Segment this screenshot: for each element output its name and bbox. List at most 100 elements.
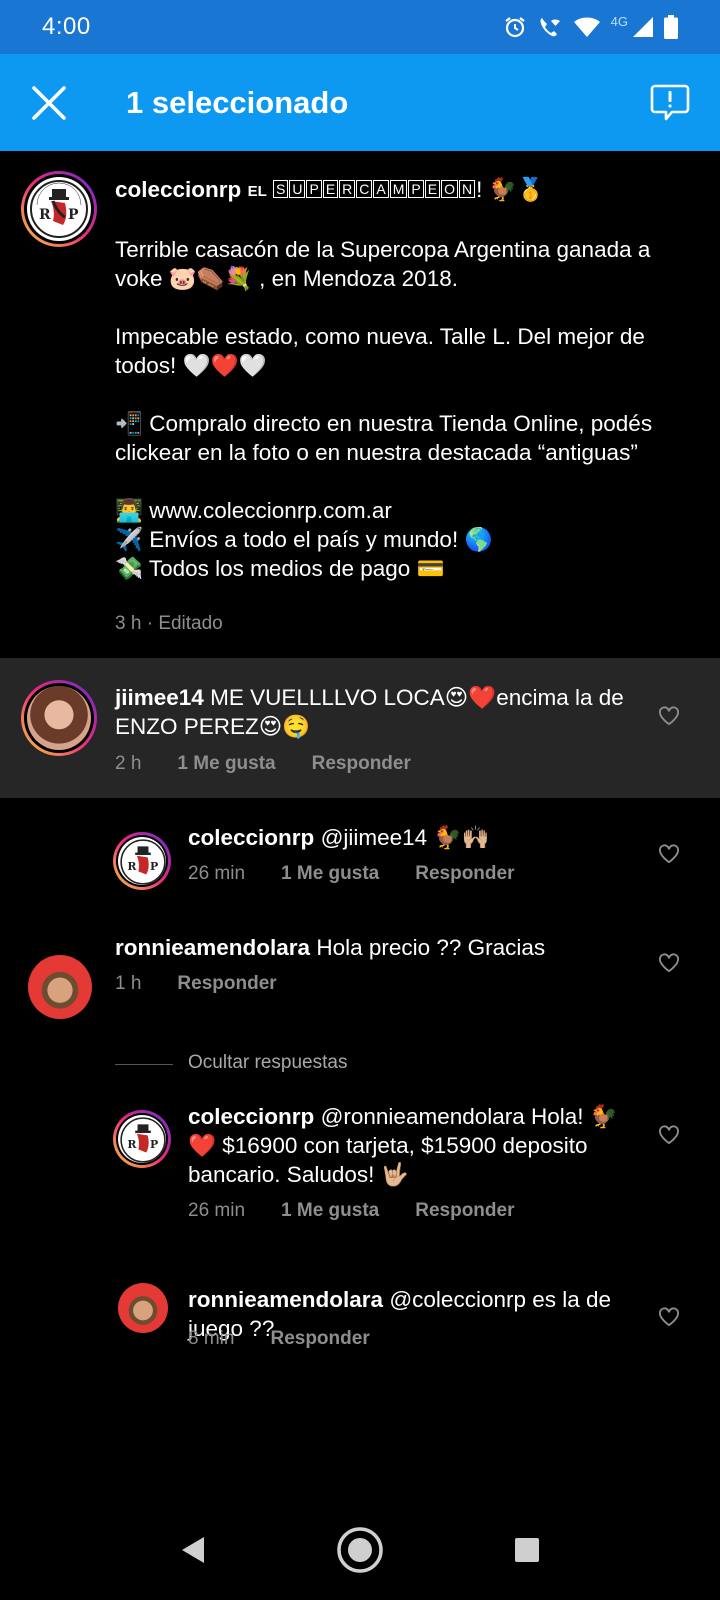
avatar[interactable]: R P bbox=[113, 832, 171, 890]
comment-text: coleccionrp @jiimee14 🐓🙌🏼 bbox=[188, 823, 648, 852]
comment-meta: 26 min 1 Me gusta Responder bbox=[188, 863, 514, 885]
home-icon bbox=[337, 1527, 383, 1573]
svg-text:R: R bbox=[127, 860, 137, 873]
caption-website[interactable]: 👨‍💻 www.coleccionrp.com.ar bbox=[115, 496, 675, 525]
close-selection-button[interactable] bbox=[0, 54, 98, 151]
wifi-icon bbox=[573, 17, 600, 37]
boxed-letter: N bbox=[459, 180, 476, 198]
heart-icon[interactable] bbox=[658, 706, 680, 726]
caption-payment: 💸 Todos los medios de pago 💳 bbox=[115, 556, 445, 581]
caption-paragraph-1: Terrible casacón de la Supercopa Argenti… bbox=[115, 237, 651, 291]
caption-line1: coleccionrp EL S U P E R C A M P E O N! 🐓🥇 bbox=[115, 175, 675, 206]
comment-text: coleccionrp @ronnieamendolara Hola! 🐓❤️ … bbox=[188, 1102, 628, 1189]
back-icon bbox=[182, 1537, 205, 1563]
boxed-letter: P bbox=[408, 180, 424, 198]
avatar[interactable] bbox=[28, 955, 92, 1019]
coleccionrp-logo: R P bbox=[118, 837, 166, 885]
system-nav-bar bbox=[0, 1500, 720, 1600]
comment-reply[interactable]: R P coleccionrp @ronnieamendolara Hola! … bbox=[0, 1090, 720, 1250]
reply-button[interactable]: Responder bbox=[270, 1328, 369, 1350]
comment-body: @jiimee14 🐓🙌🏼 bbox=[320, 825, 490, 850]
signal-icon bbox=[633, 17, 653, 37]
avatar[interactable] bbox=[118, 1283, 168, 1333]
comment-username[interactable]: ronnieamendolara bbox=[188, 1287, 383, 1312]
comment-time: 8 min bbox=[188, 1328, 235, 1349]
report-button[interactable] bbox=[620, 54, 720, 151]
svg-text:P: P bbox=[68, 207, 79, 223]
boxed-letter: S bbox=[273, 180, 289, 198]
reply-button[interactable]: Responder bbox=[312, 753, 411, 775]
user-photo bbox=[27, 686, 91, 750]
svg-text:R: R bbox=[39, 207, 51, 223]
caption-paragraph-3: 📲 Compralo directo en nuestra Tienda Onl… bbox=[115, 411, 653, 465]
selection-action-bar: 1 seleccionado bbox=[0, 54, 720, 151]
avatar[interactable]: R P bbox=[113, 1110, 171, 1168]
comment-username[interactable]: coleccionrp bbox=[188, 1104, 314, 1129]
boxed-letter: M bbox=[389, 180, 408, 198]
recents-button[interactable] bbox=[487, 1510, 567, 1590]
comment-reply[interactable]: R P coleccionrp @jiimee14 🐓🙌🏼 26 min 1 M… bbox=[0, 798, 720, 913]
status-icons: 4G bbox=[503, 13, 678, 39]
likes-count[interactable]: 1 Me gusta bbox=[281, 863, 379, 885]
comment-username[interactable]: coleccionrp bbox=[188, 825, 314, 850]
caption-time: 3 h bbox=[115, 613, 142, 634]
rooster-logo-icon: R P bbox=[120, 1117, 166, 1163]
comment-selected[interactable]: jiimee14 ME VUELLLLVO LOCA😍❤️encima la d… bbox=[0, 658, 720, 798]
caption-shipping: ✈️ Envíos a todo el país y mundo! 🌎 bbox=[115, 527, 493, 552]
caption-username[interactable]: coleccionrp bbox=[115, 177, 241, 202]
hide-replies-row[interactable]: Ocultar respuestas bbox=[0, 1050, 720, 1082]
boxed-letter: P bbox=[306, 180, 322, 198]
network-type: 4G bbox=[610, 13, 628, 29]
avatar[interactable]: R P bbox=[21, 171, 97, 247]
battery-icon bbox=[664, 15, 678, 39]
comment-meta: 26 min 1 Me gusta Responder bbox=[188, 1200, 514, 1222]
caption-edited: Editado bbox=[158, 613, 223, 634]
reply-button[interactable]: Responder bbox=[177, 973, 276, 995]
close-icon bbox=[32, 85, 66, 120]
caption-paragraph-2: Impecable estado, como nueva. Talle L. D… bbox=[115, 324, 645, 378]
alarm-icon bbox=[504, 17, 525, 38]
caption-prefix: EL bbox=[247, 183, 267, 200]
comment-username[interactable]: ronnieamendolara bbox=[115, 935, 310, 960]
boxed-letter: O bbox=[441, 180, 458, 198]
post-caption: R P coleccionrp EL S U P E R C A M P E O N! 🐓🥇 Terr… bbox=[0, 151, 720, 658]
comment-time: 26 min bbox=[188, 1200, 246, 1221]
heart-icon[interactable] bbox=[658, 844, 680, 864]
coleccionrp-logo: R P bbox=[118, 1115, 166, 1163]
comment[interactable]: ronnieamendolara Hola precio ?? Gracias … bbox=[0, 913, 720, 1019]
comment-meta: 2 h 1 Me gusta Responder bbox=[115, 753, 411, 775]
boxed-letter: C bbox=[356, 180, 373, 198]
rooster-logo-icon: R P bbox=[30, 180, 88, 238]
home-button[interactable] bbox=[320, 1510, 400, 1590]
caption-line1-end: ! 🐓🥇 bbox=[476, 177, 545, 202]
recents-icon bbox=[514, 1538, 539, 1562]
boxed-letter: R bbox=[339, 180, 356, 198]
comment-time: 26 min bbox=[188, 863, 246, 884]
comment-text: jiimee14 ME VUELLLLVO LOCA😍❤️encima la d… bbox=[115, 683, 645, 741]
likes-count[interactable]: 1 Me gusta bbox=[281, 1200, 379, 1222]
report-icon bbox=[650, 84, 690, 120]
boxed-letter: A bbox=[373, 180, 389, 198]
reply-button[interactable]: Responder bbox=[415, 1200, 514, 1222]
comment-username[interactable]: jiimee14 bbox=[115, 685, 204, 710]
likes-count[interactable]: 1 Me gusta bbox=[177, 753, 275, 775]
coleccionrp-logo: R P bbox=[27, 177, 91, 241]
reply-button[interactable]: Responder bbox=[415, 863, 514, 885]
avatar[interactable] bbox=[21, 680, 97, 756]
status-bar: 4:00 4G bbox=[0, 0, 720, 54]
svg-text:P: P bbox=[150, 1138, 158, 1151]
back-button[interactable] bbox=[153, 1510, 233, 1590]
boxed-letter: E bbox=[322, 180, 339, 198]
comment-reply[interactable]: ronnieamendolara @coleccionrp es la de j… bbox=[0, 1255, 720, 1375]
comment-meta: 8 min Responder bbox=[188, 1328, 370, 1350]
heart-icon[interactable] bbox=[658, 953, 680, 973]
svg-text:R: R bbox=[127, 1138, 137, 1151]
wifi-call-icon bbox=[540, 18, 560, 37]
comment-time: 1 h bbox=[115, 973, 142, 994]
comment-meta: 1 h Responder bbox=[115, 973, 277, 995]
rooster-logo-icon: R P bbox=[120, 839, 166, 885]
heart-icon[interactable] bbox=[658, 1125, 680, 1145]
heart-icon[interactable] bbox=[658, 1307, 680, 1327]
status-time: 4:00 bbox=[42, 13, 91, 40]
hide-replies-button[interactable]: Ocultar respuestas bbox=[188, 1052, 347, 1074]
